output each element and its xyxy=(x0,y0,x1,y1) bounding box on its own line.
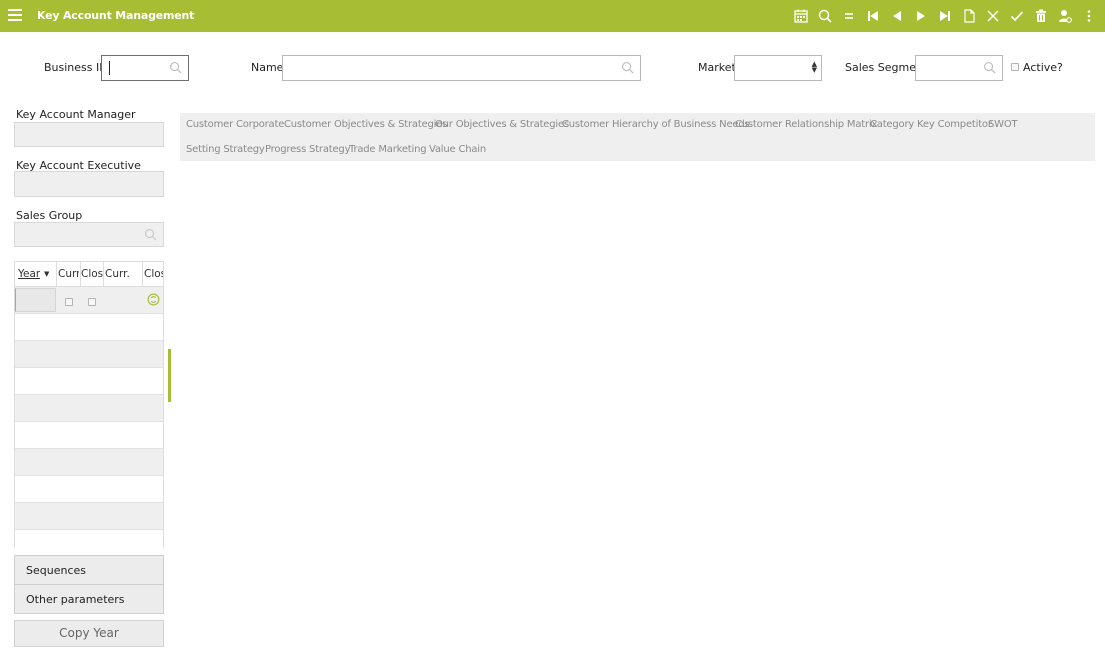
column-clos-2[interactable]: Clos xyxy=(144,268,163,280)
name-input[interactable] xyxy=(282,55,641,81)
first-record-icon[interactable] xyxy=(861,6,885,26)
tab-setting-strategy[interactable]: Setting Strategy xyxy=(186,144,265,155)
key-account-manager-field[interactable] xyxy=(14,122,164,147)
sequences-button[interactable]: Sequences xyxy=(14,555,164,585)
tab-swot[interactable]: SWOT xyxy=(988,119,1018,130)
app-title: Key Account Management xyxy=(37,9,195,22)
top-bar: Key Account Management xyxy=(0,0,1105,32)
column-divider xyxy=(142,262,143,287)
active-label: Active? xyxy=(1023,61,1063,74)
select-arrows-icon: ▲ ▼ xyxy=(811,60,817,74)
hamburger-menu-icon[interactable] xyxy=(8,9,22,23)
market-select[interactable]: ▲ ▼ xyxy=(734,55,822,81)
copy-row-icon[interactable] xyxy=(147,293,160,306)
tab-customer-hierarchy-business-needs[interactable]: Customer Hierarchy of Business Needs xyxy=(562,119,750,130)
business-id-input[interactable] xyxy=(101,55,189,81)
column-year[interactable]: Year xyxy=(18,268,40,280)
column-divider xyxy=(56,262,57,287)
table-row[interactable] xyxy=(14,368,164,395)
calendar-icon[interactable] xyxy=(789,6,813,26)
table-row[interactable] xyxy=(14,287,164,314)
key-account-executive-field[interactable] xyxy=(14,171,164,197)
active-checkbox[interactable] xyxy=(1011,63,1019,71)
tab-category-key-competitor[interactable]: Category Key Competitor xyxy=(870,119,992,130)
search-icon[interactable] xyxy=(813,6,837,26)
panel-splitter[interactable] xyxy=(168,349,171,402)
tab-progress-strategy[interactable]: Progress Strategy xyxy=(265,144,351,155)
grid-right-border xyxy=(163,261,164,548)
other-parameters-button[interactable]: Other parameters xyxy=(14,584,164,614)
close-icon[interactable] xyxy=(981,6,1005,26)
sales-group-label: Sales Group xyxy=(16,209,83,222)
search-icon[interactable] xyxy=(169,61,182,74)
grid-left-border xyxy=(14,261,15,548)
column-divider xyxy=(103,262,104,287)
next-record-icon[interactable] xyxy=(909,6,933,26)
clos-checkbox[interactable] xyxy=(88,298,96,306)
table-row[interactable] xyxy=(14,530,164,548)
column-curr-1[interactable]: Curr xyxy=(58,268,79,280)
tab-customer-corporate[interactable]: Customer Corporate xyxy=(186,119,284,130)
table-row[interactable] xyxy=(14,341,164,368)
search-icon[interactable] xyxy=(983,61,996,74)
user-settings-icon[interactable] xyxy=(1053,6,1077,26)
toolbar xyxy=(789,6,1101,26)
more-vertical-icon[interactable] xyxy=(1077,6,1101,26)
tab-trade-marketing[interactable]: Trade Marketing xyxy=(349,144,427,155)
tab-value-chain[interactable]: Value Chain xyxy=(429,144,486,155)
table-row[interactable] xyxy=(14,422,164,449)
tab-customer-relationship-matrix[interactable]: Customer Relationship Matrix xyxy=(735,119,877,130)
table-row[interactable] xyxy=(14,503,164,530)
key-account-manager-label: Key Account Manager xyxy=(16,108,136,121)
column-curr-2[interactable]: Curr. xyxy=(105,268,130,280)
business-id-label: Business ID xyxy=(44,61,108,74)
last-record-icon[interactable] xyxy=(933,6,957,26)
sort-desc-icon[interactable]: ▼ xyxy=(44,270,49,278)
previous-record-icon[interactable] xyxy=(885,6,909,26)
tab-our-objectives-strategies[interactable]: Our Objectives & Strategies xyxy=(435,119,569,130)
year-cell-input[interactable] xyxy=(14,288,56,312)
new-document-icon[interactable] xyxy=(957,6,981,26)
sales-segment-input[interactable] xyxy=(915,55,1003,81)
market-label: Market xyxy=(698,61,736,74)
tab-customer-objectives-strategies[interactable]: Customer Objectives & Strategies xyxy=(284,119,447,130)
table-row[interactable] xyxy=(14,314,164,341)
sales-group-field[interactable] xyxy=(14,222,164,247)
column-clos-1[interactable]: Clos xyxy=(81,268,103,280)
equals-icon[interactable] xyxy=(837,6,861,26)
text-cursor xyxy=(109,61,110,75)
table-row[interactable] xyxy=(14,476,164,503)
tab-bar: Customer Corporate Customer Objectives &… xyxy=(180,113,1095,161)
delete-icon[interactable] xyxy=(1029,6,1053,26)
table-row[interactable] xyxy=(14,395,164,422)
check-icon[interactable] xyxy=(1005,6,1029,26)
name-label: Name xyxy=(251,61,284,74)
year-grid-header: Year ▼ Curr Clos Curr. Clos xyxy=(14,261,164,287)
curr-checkbox[interactable] xyxy=(65,298,73,306)
search-icon[interactable] xyxy=(144,228,157,241)
table-row[interactable] xyxy=(14,449,164,476)
copy-year-button[interactable]: Copy Year xyxy=(14,620,164,647)
search-icon[interactable] xyxy=(621,61,634,74)
